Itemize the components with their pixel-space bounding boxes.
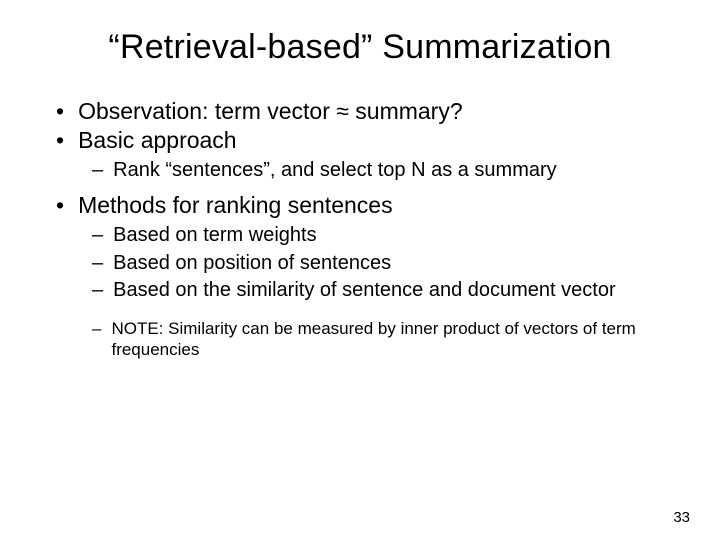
bullet-observation: Observation: term vector ≈ summary?	[56, 97, 680, 126]
page-number: 33	[673, 509, 690, 526]
bullet-methods: Methods for ranking sentences Based on t…	[56, 191, 680, 361]
bullet-text: Methods for ranking sentences	[78, 191, 393, 220]
subbullet-note: NOTE: Similarity can be measured by inne…	[92, 318, 680, 362]
bullet-text: Basic approach	[78, 126, 237, 155]
slide-body: Observation: term vector ≈ summary? Basi…	[40, 97, 680, 361]
bullet-text: Based on term weights	[113, 223, 316, 249]
subbullet-similarity: Based on the similarity of sentence and …	[92, 278, 680, 304]
bullet-text: Observation: term vector ≈ summary?	[78, 97, 463, 126]
bullet-text: Based on position of sentences	[113, 251, 391, 277]
subbullet-position: Based on position of sentences	[92, 251, 680, 277]
bullet-text: NOTE: Similarity can be measured by inne…	[111, 318, 680, 362]
subbullet-rank-sentences: Rank “sentences”, and select top N as a …	[92, 158, 680, 184]
bullet-text: Based on the similarity of sentence and …	[113, 278, 616, 304]
subbullet-term-weights: Based on term weights	[92, 223, 680, 249]
bullet-basic-approach: Basic approach Rank “sentences”, and sel…	[56, 126, 680, 183]
slide-title: “Retrieval-based” Summarization	[40, 28, 680, 67]
bullet-text: Rank “sentences”, and select top N as a …	[113, 158, 557, 184]
